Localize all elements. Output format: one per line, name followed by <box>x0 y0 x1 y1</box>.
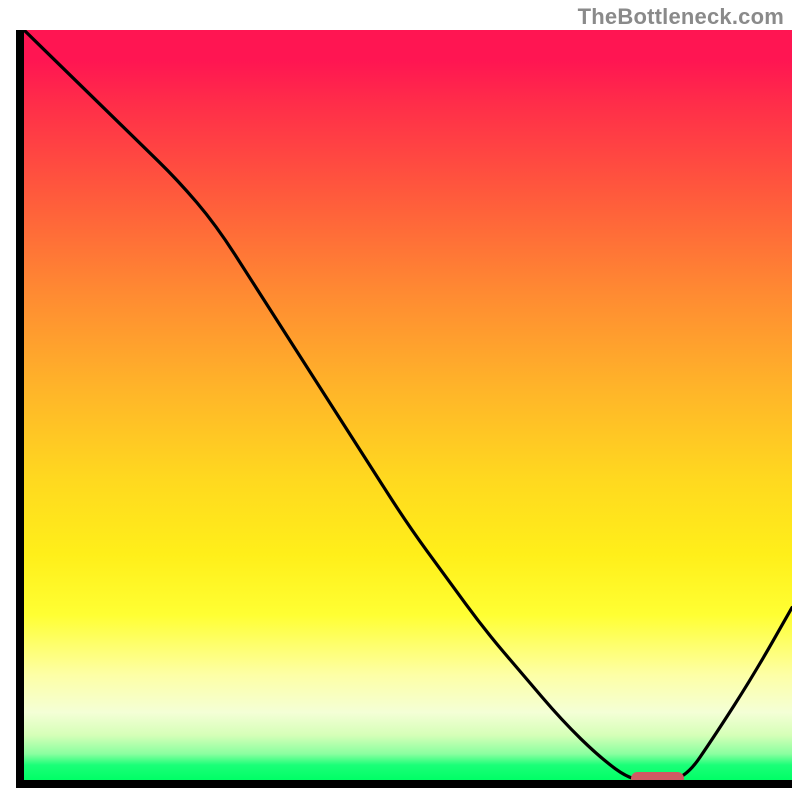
x-axis <box>16 780 792 788</box>
optimal-marker <box>631 772 685 780</box>
chart-container: TheBottleneck.com <box>0 0 800 800</box>
plot-area <box>24 30 792 780</box>
attribution-text: TheBottleneck.com <box>578 4 784 30</box>
curve-svg <box>24 30 792 780</box>
y-axis <box>16 30 24 786</box>
bottleneck-curve <box>24 30 792 780</box>
